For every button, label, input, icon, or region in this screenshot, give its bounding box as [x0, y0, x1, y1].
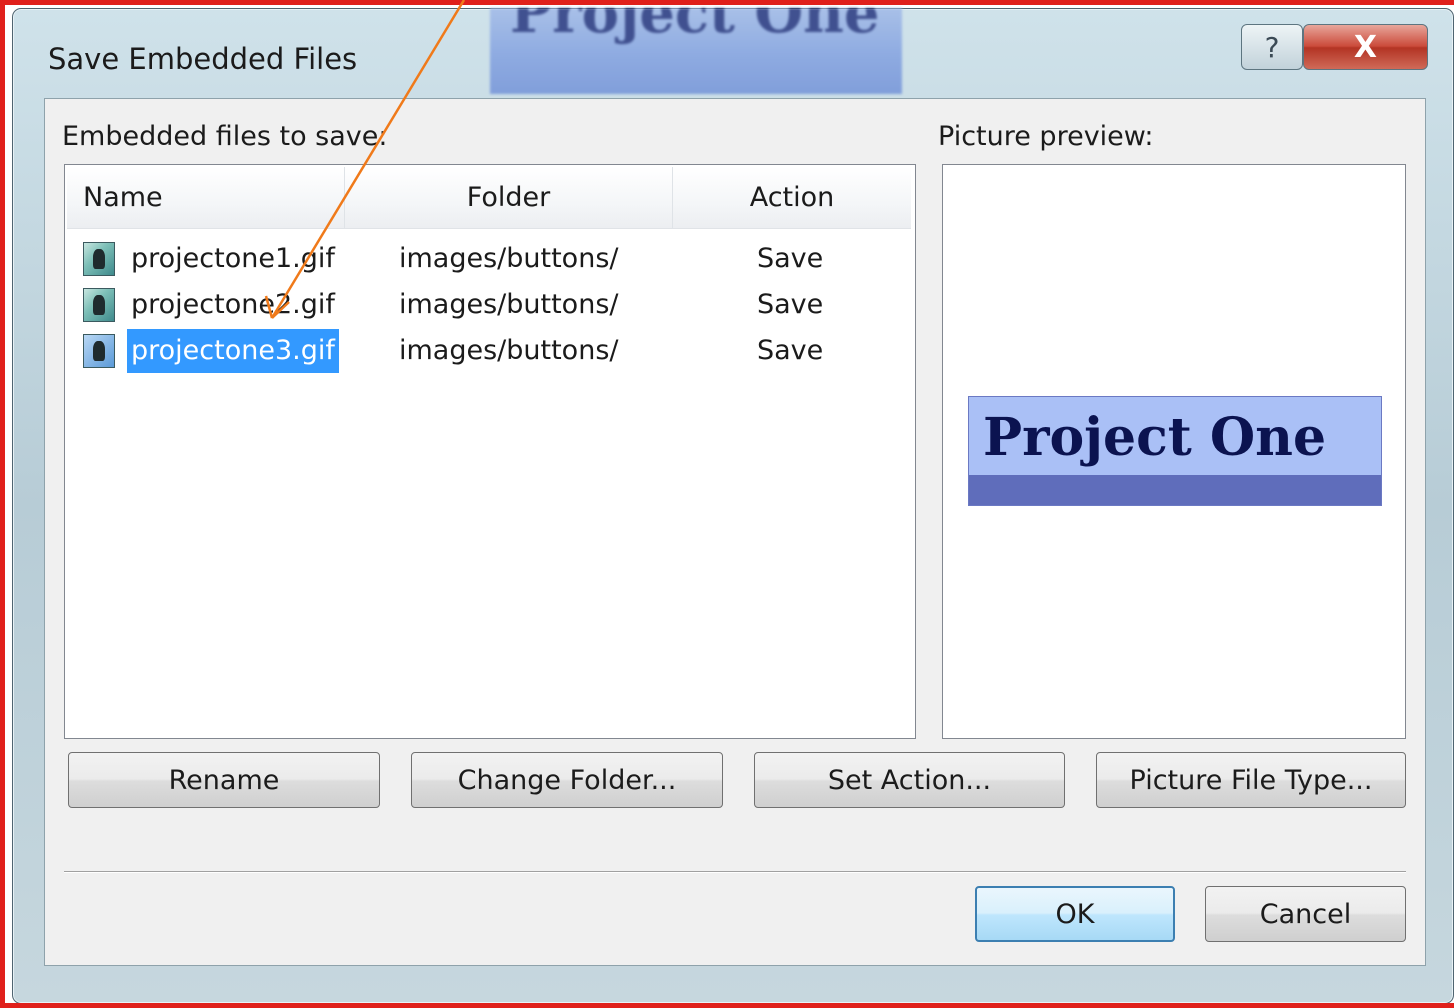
gif-file-icon — [83, 242, 115, 276]
file-folder: images/buttons/ — [399, 289, 619, 320]
file-name: projectone1.gif — [131, 243, 335, 274]
file-folder: images/buttons/ — [399, 335, 619, 366]
file-folder: images/buttons/ — [399, 243, 619, 274]
preview-image-text: Project One — [983, 407, 1327, 468]
file-action: Save — [757, 289, 824, 320]
picture-file-type-button[interactable]: Picture File Type... — [1096, 752, 1406, 808]
embedded-files-list[interactable]: Name Folder Action projectone1.gif image… — [64, 164, 916, 739]
file-name: projectone2.gif — [131, 289, 335, 320]
column-header-action[interactable]: Action — [673, 167, 911, 229]
list-item-projectone1[interactable]: projectone1.gif images/buttons/ Save — [65, 237, 913, 281]
column-header-name[interactable]: Name — [67, 167, 345, 229]
cancel-button[interactable]: Cancel — [1205, 886, 1406, 942]
preview-image: Project One — [968, 396, 1382, 506]
file-action: Save — [757, 243, 824, 274]
close-icon: X — [1353, 29, 1378, 65]
separator-line — [64, 871, 1406, 873]
title-thumbnail-image: Project One — [490, 8, 902, 94]
file-action: Save — [757, 335, 824, 366]
help-button[interactable]: ? — [1241, 24, 1303, 70]
help-icon: ? — [1264, 30, 1280, 64]
list-item-projectone2[interactable]: projectone2.gif images/buttons/ Save — [65, 283, 913, 327]
files-panel-label: Embedded files to save: — [62, 121, 388, 152]
file-name: projectone3.gif — [127, 329, 339, 373]
gif-file-icon — [83, 288, 115, 322]
rename-button[interactable]: Rename — [68, 752, 380, 808]
set-action-button[interactable]: Set Action... — [754, 752, 1065, 808]
list-item-projectone3[interactable]: projectone3.gif images/buttons/ Save — [65, 329, 913, 373]
title-thumbnail-text: Project One — [510, 8, 880, 46]
change-folder-button[interactable]: Change Folder... — [411, 752, 723, 808]
close-button[interactable]: X — [1303, 24, 1428, 70]
preview-panel-label: Picture preview: — [938, 121, 1154, 152]
gif-file-icon — [83, 334, 115, 368]
column-header-folder[interactable]: Folder — [345, 167, 673, 229]
dialog-title: Save Embedded Files — [48, 42, 358, 76]
ok-button[interactable]: OK — [975, 886, 1175, 942]
preview-image-band — [969, 475, 1381, 505]
